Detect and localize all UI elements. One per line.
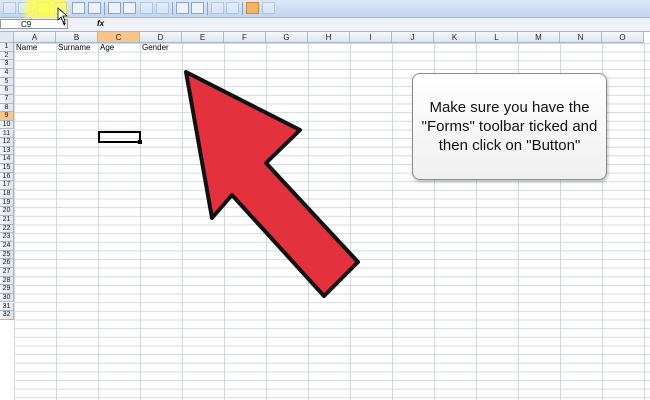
- mouse-cursor-icon: [57, 7, 69, 23]
- red-arrow-icon: [184, 70, 360, 298]
- callout-text: Make sure you have the "Forms" toolbar t…: [421, 99, 598, 154]
- pointer-arrow-overlay: [57, 7, 360, 298]
- instruction-callout: Make sure you have the "Forms" toolbar t…: [412, 73, 607, 180]
